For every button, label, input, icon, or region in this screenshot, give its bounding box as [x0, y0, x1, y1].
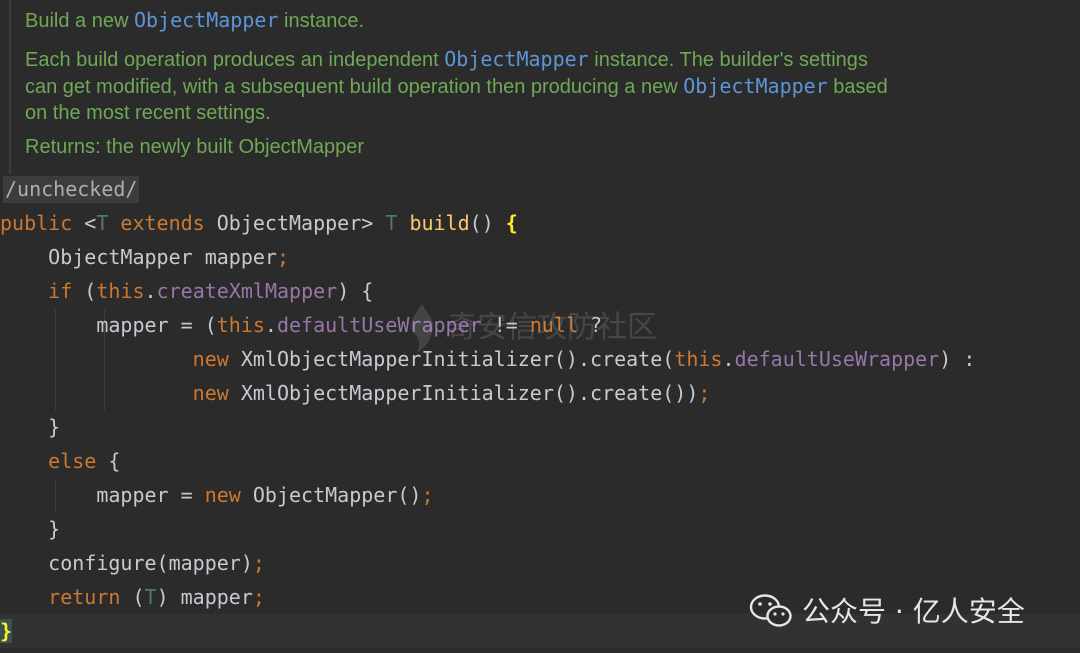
semicolon: ; [698, 381, 711, 405]
javadoc-left-bar [9, 0, 11, 174]
matched-brace: { [505, 211, 518, 235]
code-line: } [0, 517, 61, 541]
code-text: . [722, 347, 735, 371]
keyword: if [48, 279, 73, 303]
javadoc-text: Build a new [25, 10, 134, 32]
javadoc-class-link[interactable]: ObjectMapper [683, 74, 828, 98]
javadoc-summary: Build a new ObjectMapper instance. [25, 7, 364, 35]
type-param: T [96, 211, 109, 235]
code-text: configure(mapper) [0, 551, 253, 575]
code-text: ) : [939, 347, 976, 371]
code-text: mapper = [0, 483, 205, 507]
code-line: ObjectMapper mapper; [0, 240, 1080, 274]
cursor-brace[interactable]: } [0, 619, 13, 643]
javadoc-text: instance. [278, 10, 365, 32]
code-text: . [144, 279, 157, 303]
code-text: ObjectMapper() [240, 483, 422, 507]
code-text: ) mapper [156, 585, 253, 609]
javadoc-panel: Build a new ObjectMapper instance. Each … [0, 0, 1080, 174]
javadoc-description-line: can get modified, with a subsequent buil… [25, 73, 888, 101]
keyword: this [216, 313, 265, 337]
code-editor[interactable]: public <T extends ObjectMapper> T build(… [0, 206, 1080, 648]
keyword: public [0, 211, 73, 235]
annotation-chip[interactable]: /unchecked/ [3, 176, 140, 203]
semicolon: ; [421, 483, 434, 507]
code-text: < [72, 211, 97, 235]
code-text: ObjectMapper mapper [0, 245, 277, 269]
code-line: configure(mapper); [0, 546, 1080, 580]
semicolon: ; [252, 551, 265, 575]
javadoc-description-line: Each build operation produces an indepen… [25, 46, 868, 74]
wechat-icon [749, 594, 792, 627]
field-name: createXmlMapper [156, 279, 338, 303]
code-text: ObjectMapper> [204, 211, 386, 235]
code-text: . [264, 313, 277, 337]
code-text: () [469, 211, 506, 235]
brand-footer: 公众号 · 亿人安全 [748, 588, 1025, 632]
keyword: this [674, 347, 723, 371]
method-name: build [409, 211, 470, 235]
code-text: { [96, 449, 121, 473]
keyword: this [96, 279, 145, 303]
watermark-text: 奇安信攻防社区 [447, 310, 657, 345]
javadoc-text: instance. The builder's settings [588, 49, 868, 71]
keyword: extends [108, 211, 205, 235]
brand-text: 公众号 · 亿人安全 [802, 595, 1025, 628]
semicolon: ; [252, 585, 265, 609]
field-name: defaultUseWrapper [734, 347, 940, 371]
type-param: T [144, 585, 157, 609]
code-line: new XmlObjectMapperInitializer().create(… [0, 376, 1080, 410]
code-line: mapper = new ObjectMapper(); [0, 478, 1080, 512]
keyword: new [192, 381, 229, 405]
code-line: else { [0, 444, 1080, 478]
code-line-method-signature: public <T extends ObjectMapper> T build(… [0, 206, 1080, 240]
keyword: else [48, 449, 97, 473]
semicolon: ; [276, 245, 289, 269]
javadoc-text: can get modified, with a subsequent buil… [25, 76, 684, 98]
javadoc-class-link[interactable]: ObjectMapper [444, 47, 589, 71]
keyword: new [204, 483, 241, 507]
code-text: ( [120, 585, 145, 609]
keyword: return [48, 585, 121, 609]
javadoc-description-line: on the most recent settings. [25, 102, 271, 124]
code-text: ( [72, 279, 97, 303]
keyword: new [192, 347, 229, 371]
code-text: ) { [337, 279, 374, 303]
javadoc-text: Each build operation produces an indepen… [25, 49, 445, 71]
type-param: T [385, 211, 398, 235]
javadoc-class-link[interactable]: ObjectMapper [134, 8, 279, 32]
javadoc-text: based [827, 76, 888, 98]
code-line: } [0, 415, 61, 439]
code-text: XmlObjectMapperInitializer().create()) [228, 381, 699, 405]
watermark: 奇安信攻防社区 [405, 298, 657, 358]
javadoc-returns: Returns: the newly built ObjectMapper [25, 136, 365, 158]
code-text: mapper = ( [0, 313, 217, 337]
flame-icon [411, 304, 434, 352]
